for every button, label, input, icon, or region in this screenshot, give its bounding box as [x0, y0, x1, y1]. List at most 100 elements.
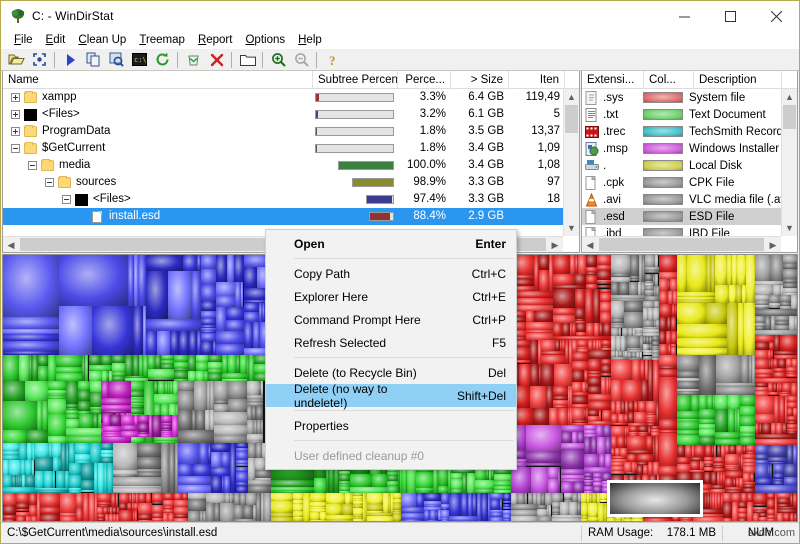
- treemap-tile[interactable]: [101, 355, 112, 365]
- treemap-tile[interactable]: [3, 334, 59, 341]
- treemap-tile[interactable]: [503, 493, 511, 501]
- treemap-tile[interactable]: [723, 502, 732, 518]
- delete-permanently-icon[interactable]: [205, 50, 228, 70]
- treemap-tile[interactable]: [597, 437, 605, 454]
- treemap-tile[interactable]: [138, 503, 152, 514]
- treemap-tile[interactable]: [56, 471, 65, 488]
- treemap-tile[interactable]: [624, 472, 637, 474]
- treemap-tile[interactable]: [216, 296, 235, 307]
- treemap-tile[interactable]: [372, 474, 387, 487]
- treemap-tile[interactable]: [552, 493, 561, 502]
- treemap-tile[interactable]: [715, 395, 728, 409]
- treemap-tile[interactable]: [627, 454, 637, 462]
- context-menu[interactable]: OpenEnterCopy PathCtrl+CExplorer HereCtr…: [265, 229, 517, 470]
- treemap-tile[interactable]: [526, 311, 534, 322]
- treemap-tile[interactable]: [201, 285, 216, 301]
- tree-row[interactable]: <Files>97.4%3.3 GB18: [3, 191, 579, 208]
- treemap-tile[interactable]: [490, 499, 500, 510]
- treemap-tile[interactable]: [723, 493, 731, 502]
- treemap-tile[interactable]: [643, 320, 654, 327]
- treemap-tile[interactable]: [81, 480, 94, 490]
- treemap-tile[interactable]: [624, 312, 643, 328]
- treemap-tile[interactable]: [746, 255, 755, 303]
- treemap-tile[interactable]: [138, 255, 146, 306]
- treemap-tile[interactable]: [92, 306, 133, 355]
- extension-list-pane[interactable]: Extensi... Col... Description .sysSystem…: [581, 71, 798, 253]
- treemap-tile[interactable]: [630, 279, 639, 281]
- treemap-tile[interactable]: [534, 311, 553, 322]
- expand-icon[interactable]: [11, 93, 20, 102]
- treemap-tile[interactable]: [530, 364, 539, 386]
- treemap-tile[interactable]: [178, 410, 192, 430]
- treemap-tile[interactable]: [48, 414, 66, 436]
- treemap-tile[interactable]: [112, 363, 125, 372]
- treemap-tile[interactable]: [530, 386, 546, 408]
- treemap-tile[interactable]: [793, 493, 797, 507]
- treemap-tile[interactable]: [632, 360, 640, 380]
- treemap-tile[interactable]: [48, 355, 56, 381]
- treemap-tile[interactable]: [3, 255, 59, 317]
- treemap-tile[interactable]: [593, 486, 602, 493]
- treemap-tile[interactable]: [716, 386, 755, 395]
- treemap-tile[interactable]: [517, 493, 525, 504]
- treemap-tile[interactable]: [791, 295, 797, 309]
- treemap-tile[interactable]: [659, 304, 672, 317]
- treemap-tile[interactable]: [59, 255, 128, 306]
- treemap-tile[interactable]: [624, 301, 643, 312]
- treemap-tile[interactable]: [214, 412, 247, 425]
- treemap-tile[interactable]: [572, 352, 588, 361]
- treemap-tile[interactable]: [503, 507, 511, 509]
- treemap-tile[interactable]: [138, 493, 146, 503]
- treemap-tile[interactable]: [119, 510, 133, 522]
- treemap-tile[interactable]: [783, 269, 797, 279]
- treemap-tile[interactable]: [314, 478, 326, 493]
- treemap-tile[interactable]: [244, 303, 259, 312]
- treemap-tile[interactable]: [597, 255, 611, 265]
- treemap-tile[interactable]: [755, 396, 774, 414]
- treemap-tile[interactable]: [78, 381, 90, 390]
- treemap-tile[interactable]: [584, 454, 599, 467]
- treemap-tile[interactable]: [511, 298, 553, 305]
- command-prompt-here-icon[interactable]: c:\: [128, 50, 151, 70]
- treemap-tile[interactable]: [188, 499, 206, 511]
- treemap-tile[interactable]: [475, 480, 494, 489]
- treemap-tile[interactable]: [89, 355, 101, 365]
- treemap-tile[interactable]: [138, 415, 149, 423]
- treemap-tile[interactable]: [393, 503, 401, 510]
- treemap-tile[interactable]: [424, 493, 441, 501]
- column-header-name[interactable]: Name: [3, 71, 313, 89]
- treemap-tile[interactable]: [561, 449, 584, 469]
- treemap-tile[interactable]: [220, 503, 234, 522]
- tree-row[interactable]: xampp3.3%6.4 GB119,49: [3, 89, 579, 106]
- treemap-tile[interactable]: [704, 467, 713, 471]
- treemap-tile[interactable]: [339, 474, 350, 481]
- treemap-tile[interactable]: [577, 432, 584, 443]
- treemap-tile[interactable]: [741, 355, 749, 383]
- treemap-tile[interactable]: [584, 437, 591, 454]
- treemap-tile[interactable]: [416, 472, 433, 488]
- treemap-tile[interactable]: [214, 435, 247, 443]
- treemap-tile[interactable]: [659, 466, 677, 475]
- treemap-tile[interactable]: [44, 471, 53, 488]
- treemap-tile[interactable]: [699, 436, 715, 445]
- zoom-out-icon[interactable]: [290, 50, 313, 70]
- treemap-tile[interactable]: [659, 344, 668, 355]
- treemap-tile[interactable]: [16, 509, 29, 511]
- treemap-tile[interactable]: [577, 340, 588, 347]
- treemap-tile[interactable]: [416, 493, 424, 507]
- context-menu-item[interactable]: Refresh SelectedF5: [266, 331, 516, 354]
- treemap-tile[interactable]: [154, 394, 178, 404]
- treemap-tile[interactable]: [611, 301, 624, 318]
- treemap-tile[interactable]: [208, 373, 222, 381]
- treemap-tile[interactable]: [646, 436, 653, 450]
- treemap-tile[interactable]: [755, 255, 771, 281]
- treemap-tile[interactable]: [600, 302, 611, 312]
- treemap-tile[interactable]: [75, 443, 90, 454]
- treemap-tile[interactable]: [211, 467, 230, 476]
- treemap-tile[interactable]: [261, 381, 263, 395]
- treemap-tile[interactable]: [572, 396, 588, 404]
- treemap-tile[interactable]: [645, 274, 653, 281]
- treemap-tile[interactable]: [737, 255, 746, 285]
- treemap-tile[interactable]: [671, 347, 676, 355]
- treemap-tile[interactable]: [770, 464, 772, 478]
